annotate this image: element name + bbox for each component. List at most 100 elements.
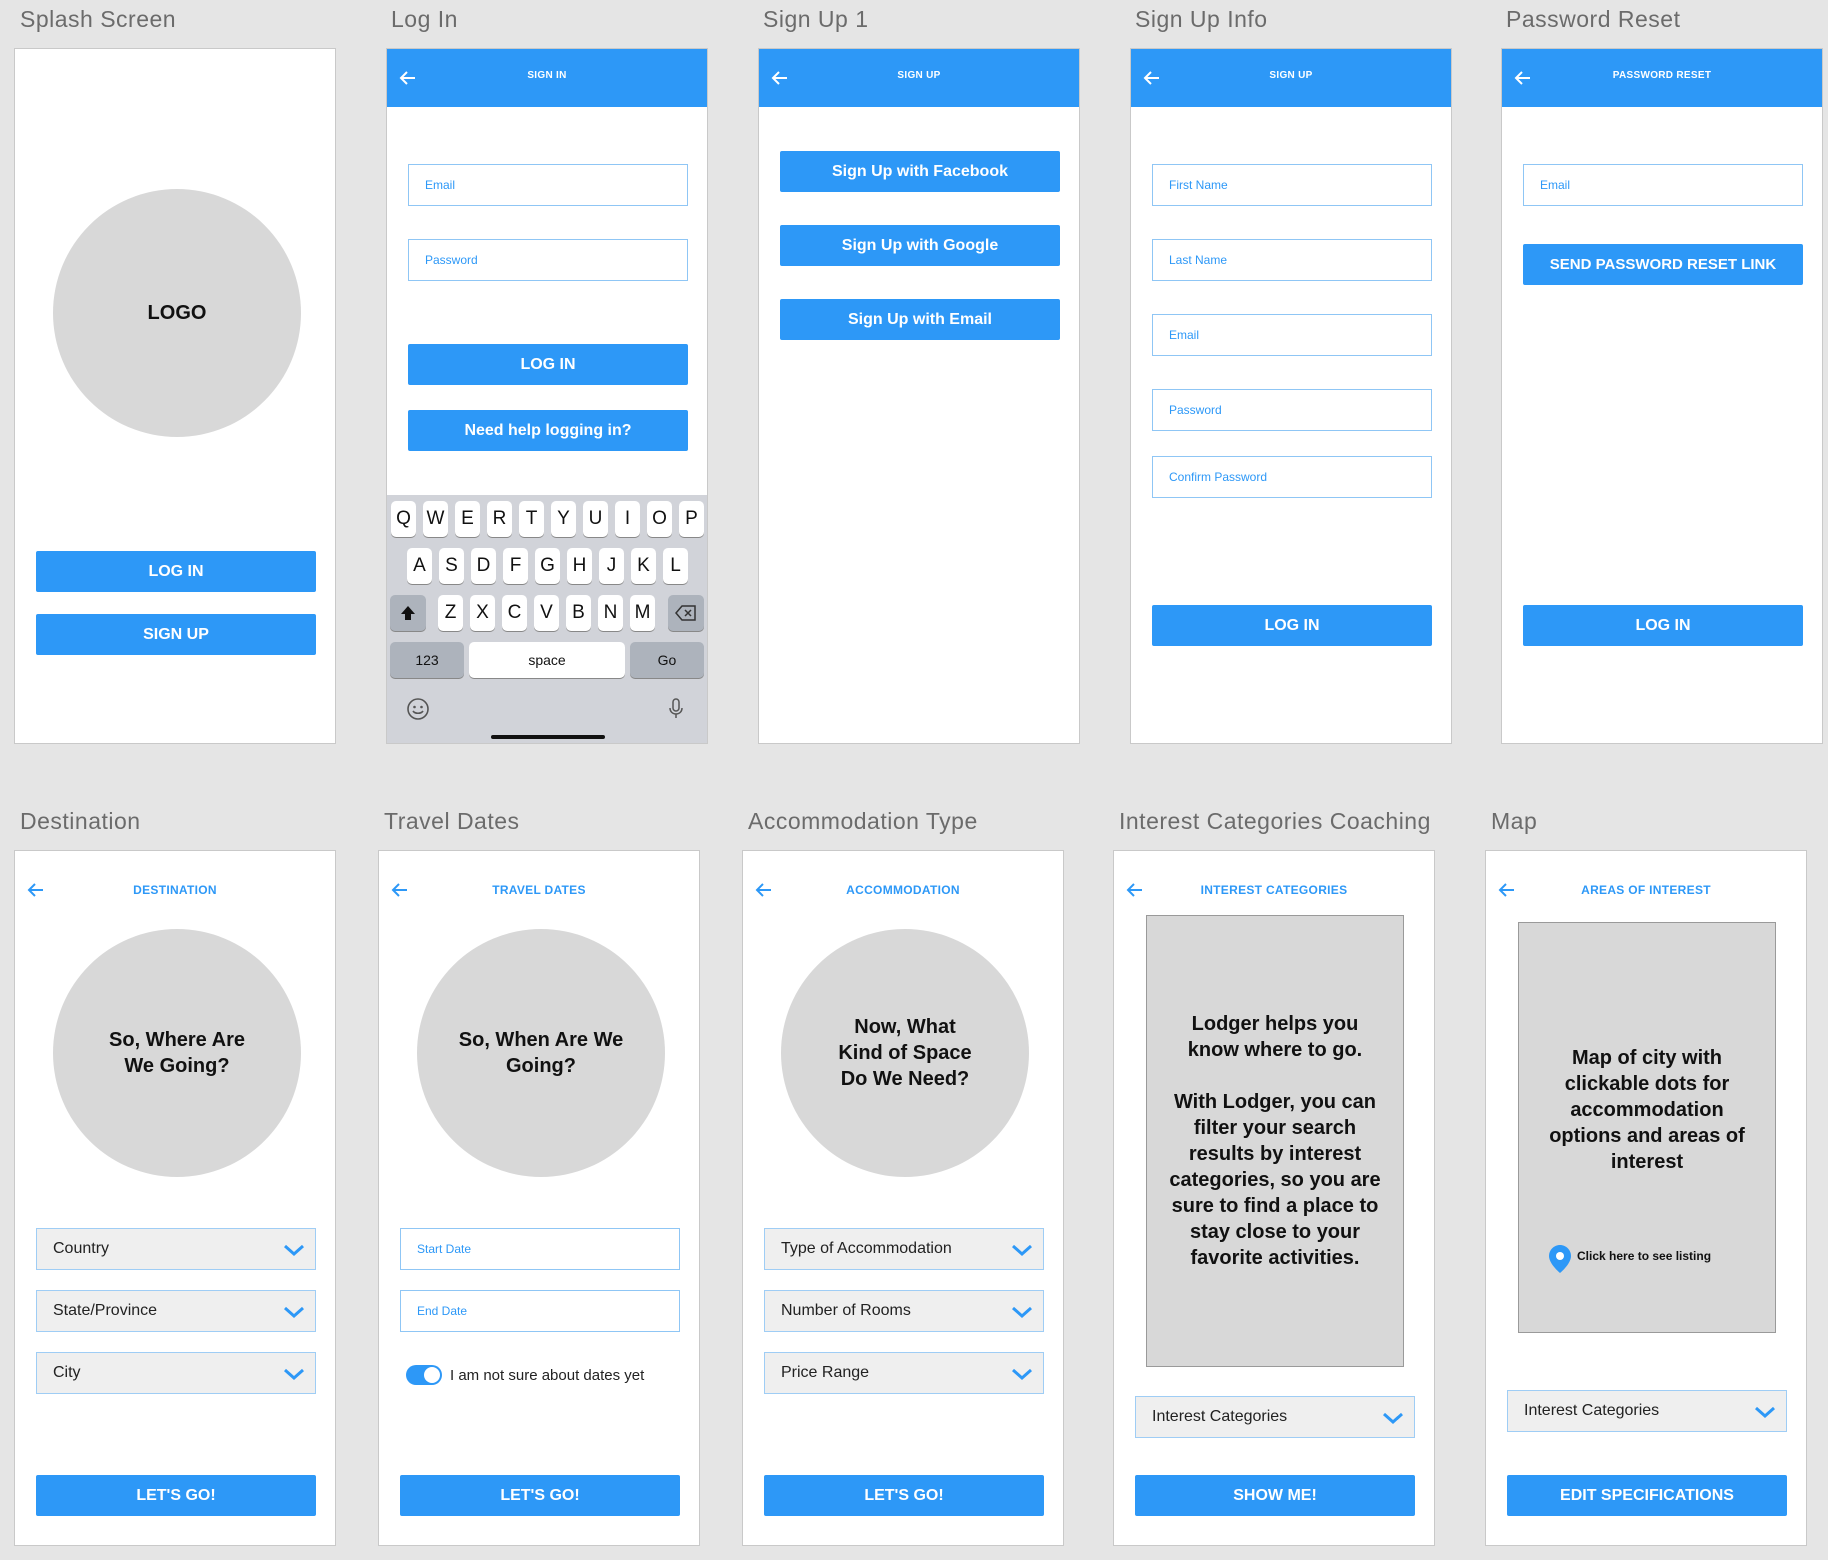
key-i[interactable]: I [615,501,640,537]
send-reset-link-button[interactable]: SEND PASSWORD RESET LINK [1523,244,1803,285]
key-f[interactable]: F [503,548,528,584]
artboard-label-accommodation: Accommodation Type [748,808,978,834]
prompt-circle: So, Where Are We Going? [53,929,301,1177]
artboard-label-destination: Destination [20,808,141,834]
interest-categories-select[interactable]: Interest Categories [1135,1396,1415,1438]
chevron-down-icon [1012,1306,1032,1319]
artboard-label-password-reset: Password Reset [1506,6,1681,32]
city-select[interactable]: City [36,1352,316,1394]
lets-go-button[interactable]: LET'S GO! [764,1475,1044,1516]
home-indicator [491,735,605,739]
key-m[interactable]: M [630,595,655,631]
key-h[interactable]: H [567,548,592,584]
price-range-select[interactable]: Price Range [764,1352,1044,1394]
key-e[interactable]: E [455,501,480,537]
dates-unsure-label: I am not sure about dates yet [450,1367,645,1384]
key-o[interactable]: O [647,501,672,537]
key-k[interactable]: K [631,548,656,584]
confirm-password-field[interactable]: Confirm Password [1152,456,1432,498]
shift-key[interactable] [390,595,426,631]
select-value: Interest Categories [1524,1402,1660,1419]
rooms-select[interactable]: Number of Rooms [764,1290,1044,1332]
accommodation-type-select[interactable]: Type of Accommodation [764,1228,1044,1270]
show-me-button[interactable]: SHOW ME! [1135,1475,1415,1516]
key-s[interactable]: S [439,548,464,584]
signup-facebook-button[interactable]: Sign Up with Facebook [780,151,1060,192]
splash-screen: LOGO LOG IN SIGN UP [14,48,336,744]
login-button[interactable]: LOG IN [1523,605,1803,646]
first-name-field[interactable]: First Name [1152,164,1432,206]
screen-title: SIGN UP [1269,70,1313,81]
key-t[interactable]: T [519,501,544,537]
password-field[interactable]: Password [1152,389,1432,431]
dates-unsure-toggle[interactable] [406,1365,442,1385]
emoji-icon[interactable] [406,697,430,721]
artboard-label-signup1: Sign Up 1 [763,6,869,32]
login-button[interactable]: LOG IN [36,551,316,592]
country-select[interactable]: Country [36,1228,316,1270]
shift-icon [401,606,415,620]
artboard-label-signup-info: Sign Up Info [1135,6,1268,32]
select-value: Price Range [781,1364,870,1381]
end-date-field[interactable]: End Date [400,1290,680,1332]
state-select[interactable]: State/Province [36,1290,316,1332]
login-button[interactable]: LOG IN [1152,605,1432,646]
key-p[interactable]: P [679,501,704,537]
screen-title: DESTINATION [133,883,217,897]
signup-email-button[interactable]: Sign Up with Email [780,299,1060,340]
chevron-down-icon [1755,1406,1775,1419]
email-field[interactable]: Email [408,164,688,206]
destination-screen: DESTINATION So, Where Are We Going? Coun… [14,850,336,1546]
login-button[interactable]: LOG IN [408,344,688,385]
key-g[interactable]: G [535,548,560,584]
on-screen-keyboard: QWERTYUIOP ASDFGHJKL ZXCVBNM 123 space G… [387,495,707,743]
travel-dates-screen: TRAVEL DATES So, When Are We Going? Star… [378,850,700,1546]
email-field[interactable]: Email [1523,164,1803,206]
numbers-key[interactable]: 123 [390,642,464,678]
key-q[interactable]: Q [391,501,416,537]
key-n[interactable]: N [598,595,623,631]
key-w[interactable]: W [423,501,448,537]
map-pin-icon[interactable] [1548,1244,1572,1274]
key-d[interactable]: D [471,548,496,584]
login-screen: SIGN IN Email Password LOG IN Need help … [386,48,708,744]
last-name-field[interactable]: Last Name [1152,239,1432,281]
backspace-key[interactable] [668,595,704,631]
key-y[interactable]: Y [551,501,576,537]
prompt-text: Now, What Kind of Space Do We Need? [838,1016,972,1090]
screen-title: SIGN UP [897,70,941,81]
signup-google-button[interactable]: Sign Up with Google [780,225,1060,266]
screen-title: AREAS OF INTEREST [1581,883,1711,897]
chevron-down-icon [1383,1412,1403,1425]
chevron-down-icon [284,1244,304,1257]
key-x[interactable]: X [470,595,495,631]
key-l[interactable]: L [663,548,688,584]
key-a[interactable]: A [407,548,432,584]
edit-specifications-button[interactable]: EDIT SPECIFICATIONS [1507,1475,1787,1516]
interest-categories-select[interactable]: Interest Categories [1507,1390,1787,1432]
backspace-icon [675,605,696,621]
pin-listing-label[interactable]: Click here to see listing [1577,1249,1711,1263]
key-r[interactable]: R [487,501,512,537]
space-key[interactable]: space [469,642,625,678]
go-key[interactable]: Go [630,642,704,678]
start-date-field[interactable]: Start Date [400,1228,680,1270]
screen-title: ACCOMMODATION [846,883,960,897]
key-c[interactable]: C [502,595,527,631]
key-j[interactable]: J [599,548,624,584]
map-description: Map of city with clickable dots for acco… [1549,1047,1745,1173]
key-z[interactable]: Z [438,595,463,631]
key-b[interactable]: B [566,595,591,631]
lets-go-button[interactable]: LET'S GO! [400,1475,680,1516]
password-field[interactable]: Password [408,239,688,281]
key-u[interactable]: U [583,501,608,537]
email-field[interactable]: Email [1152,314,1432,356]
chevron-down-icon [1012,1244,1032,1257]
signup-info-screen: SIGN UP First Name Last Name Email Passw… [1130,48,1452,744]
key-v[interactable]: V [534,595,559,631]
select-value: Number of Rooms [781,1302,911,1319]
microphone-icon[interactable] [668,697,684,721]
signup-button[interactable]: SIGN UP [36,614,316,655]
help-login-button[interactable]: Need help logging in? [408,410,688,451]
lets-go-button[interactable]: LET'S GO! [36,1475,316,1516]
